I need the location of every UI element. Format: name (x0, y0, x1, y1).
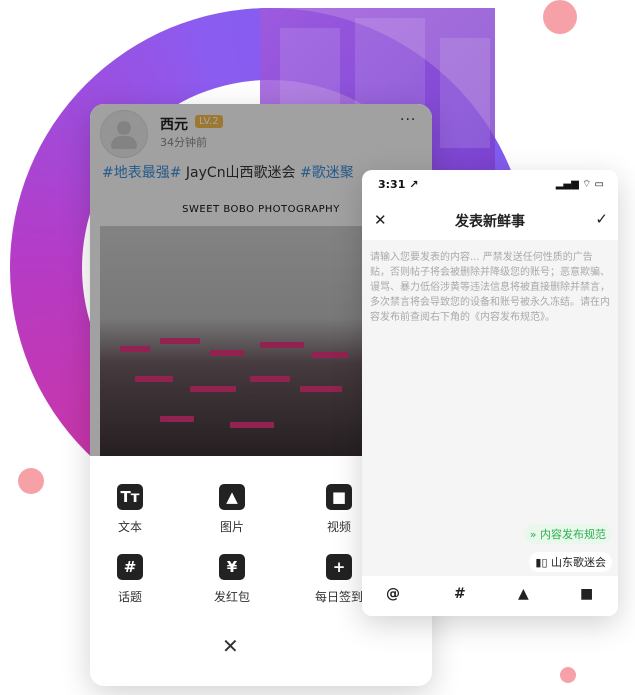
close-icon[interactable]: ✕ (222, 634, 239, 658)
checkin-icon: + (326, 554, 352, 580)
confirm-icon[interactable]: ✓ (595, 210, 608, 228)
status-icons: ▂▄▆ ⌔ ▭ (555, 179, 604, 190)
menu-item-red-envelope[interactable]: ¥ 发红包 (192, 554, 272, 605)
editor-placeholder: 请输入您要发表的内容... 严禁发送任何性质的广告贴，否则帖子将会被删除并降级您… (370, 252, 610, 323)
content-rule-chip[interactable]: » 内容发布规范 (523, 524, 612, 544)
decor-dot-left (18, 468, 44, 494)
status-bar: 3:31 ↗ ▂▄▆ ⌔ ▭ (362, 170, 618, 198)
menu-item-label: 话题 (117, 590, 142, 604)
editor-toolbar: @ # ▲ ■ (362, 576, 618, 616)
text-icon: Tт (117, 484, 143, 510)
location-chip[interactable]: ▮▯ 山东歌迷会 (529, 552, 612, 572)
menu-item-label: 发红包 (213, 590, 250, 604)
menu-item-label: 图片 (219, 520, 244, 534)
content-editor[interactable]: 请输入您要发表的内容... 严禁发送任何性质的广告贴，否则帖子将会被删除并降级您… (362, 240, 618, 576)
hashtag-icon: # (117, 554, 143, 580)
hashtag-icon[interactable]: # (454, 586, 466, 602)
right-phone: 3:31 ↗ ▂▄▆ ⌔ ▭ ✕ 发表新鲜事 ✓ 请输入您要发表的内容... 严… (362, 170, 618, 616)
menu-item-label: 文本 (117, 520, 142, 534)
video-icon[interactable]: ■ (580, 586, 593, 602)
menu-item-image[interactable]: ▲ 图片 (192, 484, 272, 535)
content-rule-label: 内容发布规范 (540, 528, 606, 541)
decor-dot-top (543, 0, 577, 34)
menu-item-text[interactable]: Tт 文本 (90, 484, 170, 535)
nav-bar: ✕ 发表新鲜事 ✓ (362, 200, 618, 240)
status-time: 3:31 ↗ (378, 178, 419, 191)
video-icon: ■ (326, 484, 352, 510)
at-icon[interactable]: @ (386, 586, 400, 602)
red-envelope-icon: ¥ (219, 554, 245, 580)
page-title: 发表新鲜事 (455, 214, 525, 230)
image-icon: ▲ (219, 484, 245, 510)
menu-item-topic[interactable]: # 话题 (90, 554, 170, 605)
image-icon[interactable]: ▲ (518, 586, 529, 602)
location-label: 山东歌迷会 (551, 556, 606, 569)
decor-dot-bottom (560, 667, 576, 683)
